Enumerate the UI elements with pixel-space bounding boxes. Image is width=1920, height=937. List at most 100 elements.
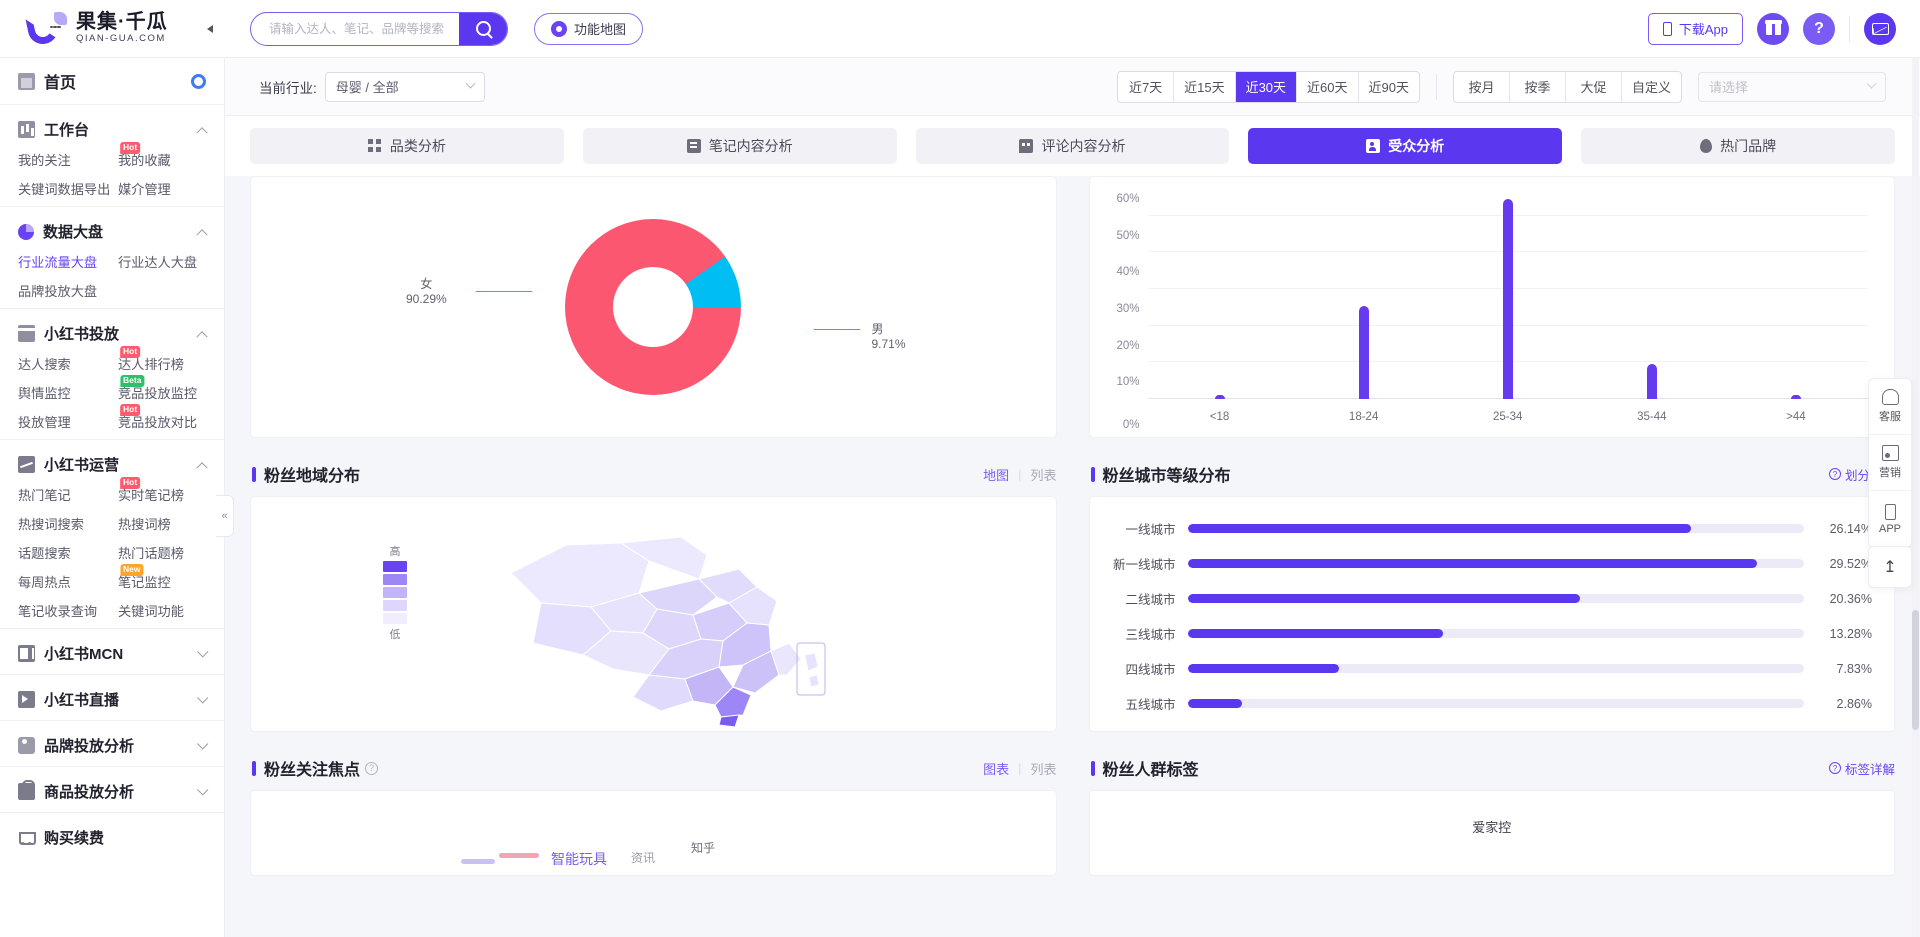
page-scrollbar-thumb[interactable] <box>1912 610 1919 730</box>
gear-icon[interactable] <box>191 73 206 89</box>
crowd-tags-help-link[interactable]: ? 标签详解 <box>1828 759 1895 778</box>
sidebar-item-influencer-rank[interactable]: 达人排行榜Hot <box>118 354 224 373</box>
sidebar-item-industry-influencer[interactable]: 行业达人大盘 <box>118 252 224 271</box>
search-input[interactable] <box>251 12 459 45</box>
range-7d[interactable]: 近7天 <box>1118 71 1175 102</box>
collapse-menu-icon[interactable] <box>50 16 236 42</box>
sidebar-item-sentiment-monitor[interactable]: 舆情监控 Beta <box>18 375 145 402</box>
mode-promotion[interactable]: 大促 <box>1566 71 1622 102</box>
sidebar-item-note-index-query[interactable]: 笔记收录查询 <box>18 601 118 620</box>
tab-comment-content-analysis[interactable]: 评论内容分析 <box>915 128 1230 164</box>
messages-button[interactable] <box>1864 12 1896 45</box>
question-mark-icon[interactable]: ? <box>365 761 379 775</box>
rail-item-app[interactable]: APP <box>1869 491 1911 547</box>
section-header: 粉丝关注焦点 ? 图表 | 列表 <box>250 746 1057 790</box>
sidebar-item-hot-notes[interactable]: 热门笔记 Hot <box>18 477 141 504</box>
sidebar-item-hot-word-rank[interactable]: 热搜词榜 <box>118 514 224 533</box>
bar-group <box>1358 199 1369 399</box>
chevron-up-icon[interactable] <box>196 126 208 138</box>
cloud-word[interactable]: 资讯 <box>631 849 655 866</box>
sidebar-item-my-favorites[interactable]: 我的收藏 <box>118 150 224 169</box>
tab-audience-analysis[interactable]: 受众分析 <box>1248 128 1563 164</box>
tab-category-analysis[interactable]: 品类分析 <box>250 128 564 164</box>
chevron-up-icon[interactable] <box>196 228 208 240</box>
sidebar-collapse-handle[interactable]: « <box>216 495 234 537</box>
cloud-word[interactable]: 智能玩具 <box>551 849 607 869</box>
region-view-map[interactable]: 地图 <box>983 465 1009 484</box>
sidebar-group-header[interactable]: 工作台 <box>0 115 224 144</box>
rail-item-service[interactable]: 客服 <box>1869 379 1911 435</box>
y-tick: 20% <box>1116 339 1140 352</box>
region-view-list[interactable]: 列表 <box>1030 465 1056 484</box>
download-app-button[interactable]: 下载App <box>1647 12 1743 45</box>
sidebar-group-header[interactable]: 小红书直播 <box>0 685 224 714</box>
mode-quarterly[interactable]: 按季 <box>1510 71 1566 102</box>
sidebar-group-header[interactable]: 购买续费 <box>0 823 224 852</box>
tab-note-content-analysis[interactable]: 笔记内容分析 <box>582 128 897 164</box>
sidebar-item-note-monitor[interactable]: 笔记监控 <box>118 572 224 591</box>
search-button[interactable] <box>459 12 507 45</box>
chevron-down-icon[interactable] <box>197 783 209 796</box>
chevron-up-icon[interactable] <box>196 330 208 342</box>
back-to-top-button[interactable]: ↥ <box>1868 546 1912 588</box>
region-section-title: 粉丝地域分布 <box>264 468 361 485</box>
chevron-down-icon[interactable] <box>197 737 209 750</box>
sidebar-item-competitor-compare[interactable]: 竞品投放对比 <box>118 412 224 431</box>
sidebar-item-hot-topic-rank[interactable]: 热门话题榜 <box>118 543 224 562</box>
tier-row: 三线城市 13.28% <box>1104 624 1872 643</box>
focus-view-list[interactable]: 列表 <box>1030 759 1056 778</box>
sidebar-item-placement-management[interactable]: 投放管理 Hot <box>18 404 141 431</box>
sidebar-item-keyword-function[interactable]: 关键词功能 <box>118 601 224 620</box>
mode-monthly[interactable]: 按月 <box>1454 71 1510 102</box>
sidebar-group-title: 工作台 <box>44 122 90 139</box>
period-select[interactable]: 请选择 <box>1698 71 1886 102</box>
section-accent <box>252 466 256 482</box>
sidebar-item-home[interactable]: 首页 <box>0 58 224 104</box>
sidebar-item-media-management[interactable]: 媒介管理New <box>118 179 224 198</box>
sidebar-item-brand-placement[interactable]: 品牌投放大盘 <box>18 281 118 300</box>
range-60d[interactable]: 近60天 <box>1297 71 1359 102</box>
sidebar-item-weekly-hotspot[interactable]: 每周热点 New <box>18 564 144 591</box>
legend-swatch <box>383 561 407 572</box>
sidebar-group-header[interactable]: 数据大盘 <box>0 217 224 246</box>
sidebar-group-header[interactable]: 小红书运营 <box>0 450 224 479</box>
sidebar-group-header[interactable]: 品牌投放分析 <box>0 731 224 760</box>
help-button[interactable]: ? <box>1803 12 1835 45</box>
sidebar-item-influencer-search[interactable]: 达人搜索 Hot <box>18 346 141 373</box>
sidebar-item-realtime-note-rank[interactable]: 实时笔记榜New <box>118 485 224 504</box>
gift-button[interactable] <box>1757 12 1789 45</box>
range-90d[interactable]: 近90天 <box>1359 72 1419 102</box>
sidebar-item-topic-search[interactable]: 话题搜索 <box>18 543 118 562</box>
gender-label-female: 女 90.29% <box>406 277 447 306</box>
industry-select[interactable]: 母婴 / 全部 <box>324 71 485 102</box>
sidebar-group-header[interactable]: 小红书MCN <box>0 639 224 668</box>
sidebar-item-my-follow[interactable]: 我的关注 Hot <box>18 142 141 169</box>
sidebar-group-header[interactable]: 小红书投放 <box>0 319 224 348</box>
y-tick: 10% <box>1116 376 1140 389</box>
rail-item-marketing[interactable]: 营销 <box>1869 435 1911 491</box>
sidebar-item-hot-word-search[interactable]: 热搜词搜索 <box>18 514 118 533</box>
page-scrollbar-track[interactable] <box>1912 58 1919 937</box>
sidebar-item-industry-traffic[interactable]: 行业流量大盘 <box>18 252 118 271</box>
tab-hot-brands[interactable]: 热门品牌 <box>1581 128 1895 164</box>
function-map-button[interactable]: 功能地图 <box>534 12 644 45</box>
focus-view-chart[interactable]: 图表 <box>983 759 1009 778</box>
sidebar-home-label: 首页 <box>44 75 77 92</box>
chevron-up-icon[interactable] <box>196 461 208 473</box>
tier-track <box>1187 629 1804 638</box>
scroll-area[interactable]: 性别分布 女 90.29% <box>225 176 1920 937</box>
chevron-down-icon[interactable] <box>197 645 209 658</box>
bar-group <box>1646 199 1657 399</box>
range-15d[interactable]: 近15天 <box>1174 71 1236 102</box>
tier-value: 7.83% <box>1836 661 1872 676</box>
global-search[interactable] <box>250 11 508 46</box>
cloud-word[interactable]: 知乎 <box>691 839 715 856</box>
mode-custom[interactable]: 自定义 <box>1622 72 1681 102</box>
section-accent <box>252 760 256 776</box>
sidebar-item-keyword-export[interactable]: 关键词数据导出 <box>18 179 118 198</box>
chevron-down-icon[interactable] <box>197 691 209 704</box>
sidebar-item-competitor-monitor[interactable]: 竞品投放监控 <box>118 383 224 402</box>
range-30d[interactable]: 近30天 <box>1235 71 1298 102</box>
china-map-svg[interactable] <box>471 503 841 731</box>
sidebar-group-header[interactable]: 商品投放分析 <box>0 777 224 806</box>
